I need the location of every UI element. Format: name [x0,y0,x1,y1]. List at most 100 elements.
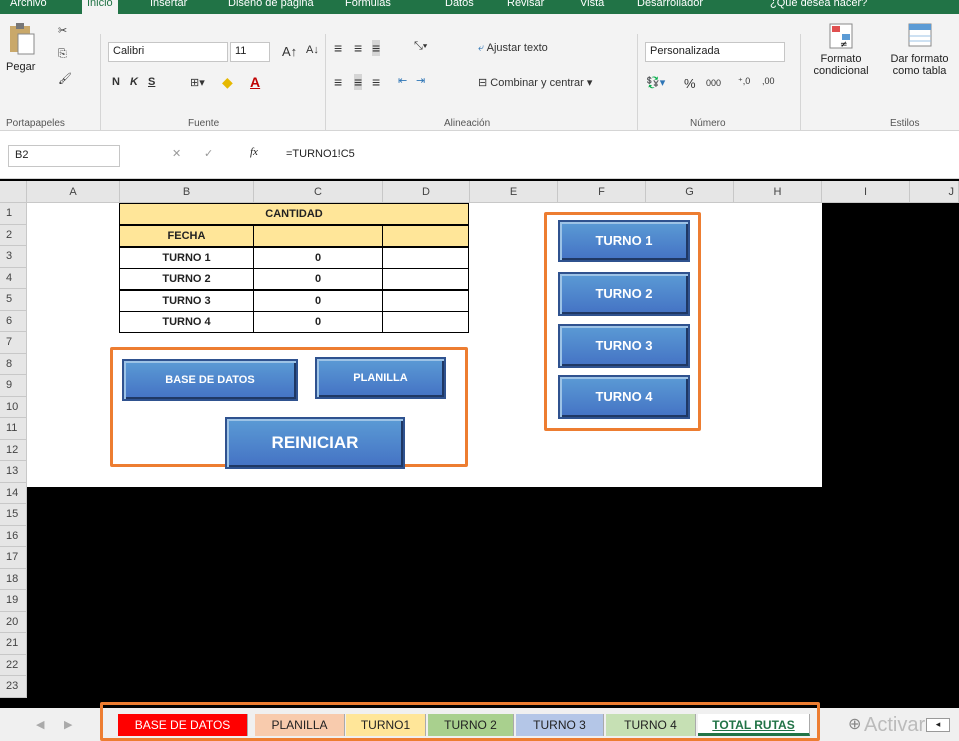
row-header-17[interactable]: 17 [0,547,27,569]
tab-revisar[interactable]: Revisar [507,0,544,9]
align-middle-icon[interactable]: ≡ [354,40,362,56]
tell-me-search[interactable]: ¿Qué desea hacer? [770,0,867,9]
increase-indent-icon[interactable]: ⇥ [416,74,425,87]
insert-function-icon[interactable]: fx [250,146,258,158]
row-header-16[interactable]: 16 [0,525,27,547]
name-box[interactable]: B2 [8,145,120,167]
underline-button[interactable]: S [148,76,155,88]
reiniciar-button[interactable]: REINICIAR [225,417,405,469]
row-header-11[interactable]: 11 [0,418,27,440]
grow-font-icon[interactable]: A↑ [282,44,297,59]
cut-icon[interactable]: ✂ [58,24,67,37]
row-header-7[interactable]: 7 [0,332,27,354]
tab-vista[interactable]: Vista [580,0,604,9]
column-header-a[interactable]: A [27,181,120,203]
column-header-f[interactable]: F [558,181,646,203]
fecha-header[interactable]: FECHA [119,225,254,247]
decrease-decimal-icon[interactable]: ,00 [762,76,775,86]
column-header-g[interactable]: G [646,181,734,203]
formula-input[interactable]: =TURNO1!C5 [280,145,959,167]
row-header-13[interactable]: 13 [0,461,27,483]
turno4-d-cell[interactable] [382,311,469,333]
number-format-combo[interactable]: Personalizada [645,42,785,62]
font-name-combo[interactable]: Calibri [108,42,228,62]
turno1-label-cell[interactable]: TURNO 1 [119,247,254,269]
column-header-d[interactable]: D [383,181,470,203]
row-header-20[interactable]: 20 [0,611,27,633]
tab-insertar[interactable]: Insertar [150,0,187,9]
row-header-2[interactable]: 2 [0,224,27,246]
cancel-formula-icon[interactable]: ✕ [172,147,181,160]
borders-icon[interactable]: ⊞▾ [190,76,205,89]
row-header-3[interactable]: 3 [0,246,27,268]
row-header-15[interactable]: 15 [0,504,27,526]
turno4-button[interactable]: TURNO 4 [558,375,690,419]
column-header-c[interactable]: C [254,181,383,203]
font-color-icon[interactable]: A [250,74,260,90]
row-header-5[interactable]: 5 [0,289,27,311]
font-size-combo[interactable]: 11 [230,42,270,62]
tab-archivo[interactable]: Archivo [10,0,47,9]
align-center-icon[interactable]: ≡ [354,74,363,90]
confirm-formula-icon[interactable]: ✓ [204,147,213,160]
wrap-text-button[interactable]: ⤶ Ajustar texto [478,42,548,55]
add-sheet-icon[interactable]: ⊕ [848,714,861,734]
align-bottom-icon[interactable]: ≡ [372,40,381,56]
turno2-value-cell[interactable]: 0 [253,268,383,290]
turno2-button[interactable]: TURNO 2 [558,272,690,316]
column-header-b[interactable]: B [120,181,254,203]
fecha-cell-c[interactable] [253,225,383,247]
bold-button[interactable]: N [112,76,120,88]
turno1-value-cell[interactable]: 0 [253,247,383,269]
row-header-21[interactable]: 21 [0,633,27,655]
row-header-19[interactable]: 19 [0,590,27,612]
comma-style-button[interactable]: 000 [706,78,721,88]
turno2-label-cell[interactable]: TURNO 2 [119,268,254,290]
turno4-value-cell[interactable]: 0 [253,311,383,333]
select-all-corner[interactable] [0,181,27,203]
row-header-18[interactable]: 18 [0,568,27,590]
row-header-4[interactable]: 4 [0,267,27,289]
cantidad-header[interactable]: CANTIDAD [119,203,469,225]
align-top-icon[interactable]: ≡ [334,40,342,56]
row-header-22[interactable]: 22 [0,654,27,676]
turno3-button[interactable]: TURNO 3 [558,324,690,368]
orientation-icon[interactable]: ⤡▾ [414,40,427,53]
row-header-12[interactable]: 12 [0,439,27,461]
increase-decimal-icon[interactable]: ⁺,0 [738,76,750,87]
column-header-j[interactable]: J [910,181,959,203]
turno3-d-cell[interactable] [382,290,469,312]
decrease-indent-icon[interactable]: ⇤ [398,74,407,87]
column-header-i[interactable]: I [822,181,910,203]
row-header-1[interactable]: 1 [0,203,27,225]
horizontal-scrollbar-left-icon[interactable]: ◂ [926,718,950,732]
tab-datos[interactable]: Datos [445,0,474,9]
tab-inicio[interactable]: Inicio [82,0,118,14]
format-as-table-button[interactable]: Dar formato como tabla [880,22,959,77]
shrink-font-icon[interactable]: A↓ [306,44,319,56]
tab-desarrollador[interactable]: Desarrollador [637,0,703,9]
align-left-icon[interactable]: ≡ [334,74,342,90]
column-header-h[interactable]: H [734,181,822,203]
row-header-6[interactable]: 6 [0,310,27,332]
row-header-8[interactable]: 8 [0,353,27,375]
scroll-tabs-right-icon[interactable]: ▶ [64,718,72,731]
conditional-format-button[interactable]: ≠ Formato condicional [806,22,876,77]
turno1-button[interactable]: TURNO 1 [558,220,690,262]
turno3-label-cell[interactable]: TURNO 3 [119,290,254,312]
tab-formulas[interactable]: Fórmulas [345,0,391,9]
row-header-9[interactable]: 9 [0,375,27,397]
planilla-button[interactable]: PLANILLA [315,357,446,399]
row-header-10[interactable]: 10 [0,396,27,418]
turno2-d-cell[interactable] [382,268,469,290]
copy-icon[interactable]: ⎘ [58,48,67,61]
row-header-14[interactable]: 14 [0,482,27,504]
accounting-format-icon[interactable]: 💱▾ [646,76,665,89]
paste-button[interactable]: Pegar [6,22,40,92]
italic-button[interactable]: K [130,76,138,88]
scroll-tabs-left-icon[interactable]: ◀ [36,718,44,731]
align-right-icon[interactable]: ≡ [372,74,380,90]
fill-color-icon[interactable]: ◆ [222,74,233,91]
turno3-value-cell[interactable]: 0 [253,290,383,312]
row-header-23[interactable]: 23 [0,676,27,698]
